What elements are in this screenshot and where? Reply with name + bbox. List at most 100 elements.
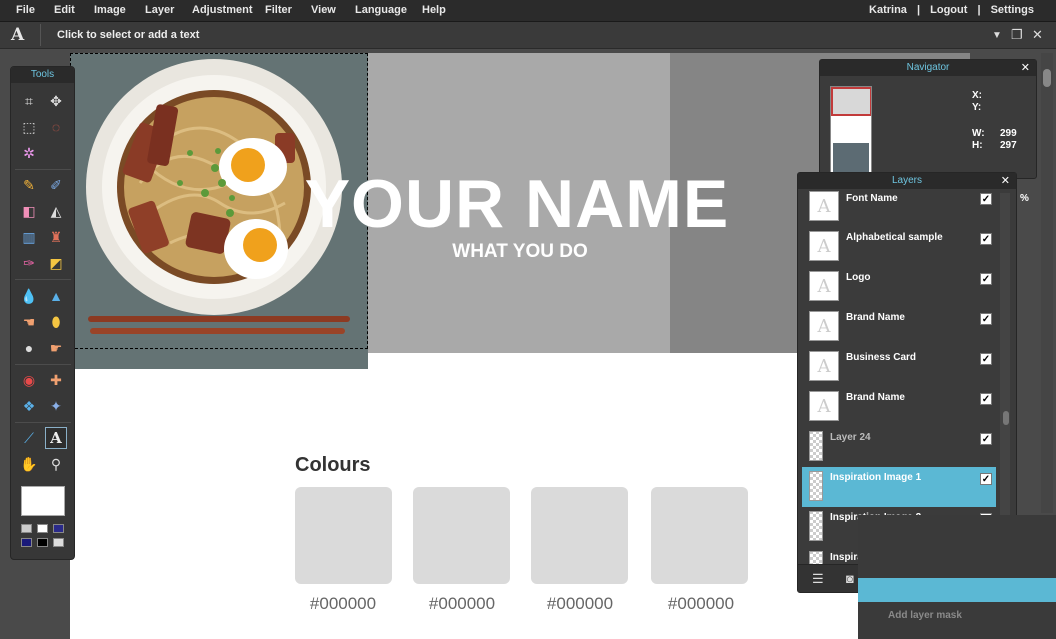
layer-row[interactable]: A Alphabetical sample ✓ bbox=[802, 227, 996, 267]
menu-image[interactable]: Image bbox=[94, 4, 126, 16]
smudge-tool-icon[interactable]: ☚ bbox=[18, 311, 40, 333]
layer-visibility-checkbox[interactable]: ✓ bbox=[980, 233, 992, 245]
layer-row[interactable]: A Business Card ✓ bbox=[802, 347, 996, 387]
menu-filter[interactable]: Filter bbox=[265, 4, 292, 16]
magic-wand-icon[interactable]: ✲ bbox=[18, 142, 40, 164]
layer-name[interactable]: Inspiration Image 1 bbox=[830, 472, 921, 483]
layer-visibility-checkbox[interactable]: ✓ bbox=[980, 433, 992, 445]
canvas-title[interactable]: YOUR NAME bbox=[302, 165, 732, 243]
color-picker-icon[interactable]: ⟋ bbox=[18, 427, 40, 449]
layer-name[interactable]: Logo bbox=[846, 272, 870, 283]
move-tool-icon[interactable]: ✥ bbox=[45, 90, 67, 112]
colour-swatch[interactable] bbox=[651, 487, 748, 584]
logout-link[interactable]: Logout bbox=[930, 4, 967, 16]
layer-name[interactable]: Brand Name bbox=[846, 392, 905, 403]
hand-tool-icon[interactable]: ✋ bbox=[18, 453, 40, 475]
layer-row[interactable]: A Font Name ✓ bbox=[802, 187, 996, 227]
menu-help[interactable]: Help bbox=[422, 4, 446, 16]
layer-name[interactable]: Alphabetical sample bbox=[846, 232, 943, 243]
layer-visibility-checkbox[interactable]: ✓ bbox=[980, 313, 992, 325]
type-tool-icon[interactable]: A bbox=[45, 427, 67, 449]
navigator-viewport-box[interactable] bbox=[831, 87, 871, 116]
layer-row[interactable]: A Brand Name ✓ bbox=[802, 387, 996, 427]
color-preset[interactable] bbox=[21, 524, 32, 533]
layer-visibility-checkbox[interactable]: ✓ bbox=[980, 193, 992, 205]
layer-row[interactable]: A Brand Name ✓ bbox=[802, 307, 996, 347]
menu-file[interactable]: File bbox=[16, 4, 35, 16]
layer-visibility-checkbox[interactable]: ✓ bbox=[980, 273, 992, 285]
menu-edit[interactable]: Edit bbox=[54, 4, 75, 16]
sharpen-tool-icon[interactable]: ▲ bbox=[45, 285, 67, 307]
zoom-tool-icon[interactable]: ⚲ bbox=[45, 453, 67, 475]
sponge-tool-icon[interactable]: ⬮ bbox=[45, 311, 67, 333]
color-preset[interactable] bbox=[21, 538, 32, 547]
layer-mask-icon[interactable]: ◙ bbox=[846, 571, 854, 586]
tools-panel-title: Tools bbox=[11, 67, 74, 83]
colour-hex-label[interactable]: #000000 bbox=[525, 594, 635, 614]
close-window-icon[interactable]: ✕ bbox=[1032, 27, 1043, 43]
navigator-thumbnail[interactable] bbox=[830, 86, 872, 174]
foreground-color-swatch[interactable] bbox=[21, 486, 65, 516]
account-separator: | bbox=[916, 4, 921, 16]
brush-tool-icon[interactable]: ✐ bbox=[45, 174, 67, 196]
layers-scroll-thumb[interactable] bbox=[1003, 411, 1009, 425]
colour-hex-label[interactable]: #000000 bbox=[646, 594, 756, 614]
settings-link[interactable]: Settings bbox=[991, 4, 1034, 16]
lasso-tool-icon[interactable]: ◌ bbox=[45, 116, 67, 138]
gradient-tool-icon[interactable]: ▥ bbox=[18, 226, 40, 248]
color-preset[interactable] bbox=[37, 524, 48, 533]
crop-tool-icon[interactable]: ⌗ bbox=[18, 90, 40, 112]
close-icon[interactable]: ✕ bbox=[1001, 173, 1010, 189]
colour-swatch[interactable] bbox=[413, 487, 510, 584]
menu-language[interactable]: Language bbox=[355, 4, 407, 16]
history-item[interactable]: Add layer mask bbox=[888, 610, 962, 621]
tools-panel: Tools ⌗ ✥ ⬚ ◌ ✲ ✎ ✐ ◧ ◭ ▥ ♜ ✑ ◩ 💧 ▲ ☚ ⬮ … bbox=[10, 66, 75, 560]
layer-name[interactable]: Business Card bbox=[846, 352, 916, 363]
colour-hex-label[interactable]: #000000 bbox=[407, 594, 517, 614]
layer-name[interactable]: Layer 24 bbox=[830, 432, 871, 443]
canvas-vertical-scrollbar[interactable] bbox=[1041, 53, 1053, 513]
pinch-tool-icon[interactable]: ✦ bbox=[45, 395, 67, 417]
canvas-subtitle[interactable]: WHAT YOU DO bbox=[370, 241, 670, 263]
dropdown-arrow-icon[interactable]: ▼ bbox=[992, 30, 1002, 41]
burn-tool-icon[interactable]: ☛ bbox=[45, 337, 67, 359]
layer-row[interactable]: A Logo ✓ bbox=[802, 267, 996, 307]
restore-window-icon[interactable]: ❐ bbox=[1011, 27, 1023, 43]
colour-swatch[interactable] bbox=[295, 487, 392, 584]
eraser-tool-icon[interactable]: ◧ bbox=[18, 200, 40, 222]
layer-settings-icon[interactable]: ☰ bbox=[812, 571, 824, 587]
red-eye-tool-icon[interactable]: ◉ bbox=[18, 369, 40, 391]
drawing-tool-icon[interactable]: ◩ bbox=[45, 252, 67, 274]
menu-layer[interactable]: Layer bbox=[145, 4, 174, 16]
close-icon[interactable]: ✕ bbox=[1021, 60, 1030, 76]
bloat-tool-icon[interactable]: ❖ bbox=[18, 395, 40, 417]
menu-view[interactable]: View bbox=[311, 4, 336, 16]
paint-bucket-icon[interactable]: ◭ bbox=[45, 200, 67, 222]
layer-visibility-checkbox[interactable]: ✓ bbox=[980, 393, 992, 405]
colour-swatch[interactable] bbox=[531, 487, 628, 584]
colour-hex-label[interactable]: #000000 bbox=[288, 594, 398, 614]
spot-heal-icon[interactable]: ✚ bbox=[45, 369, 67, 391]
pencil-tool-icon[interactable]: ✎ bbox=[18, 174, 40, 196]
layer-name[interactable]: Font Name bbox=[846, 193, 898, 204]
history-selected-row[interactable] bbox=[858, 578, 1056, 602]
marquee-tool-icon[interactable]: ⬚ bbox=[18, 116, 40, 138]
clone-stamp-icon[interactable]: ♜ bbox=[45, 226, 67, 248]
dodge-tool-icon[interactable]: ● bbox=[18, 337, 40, 359]
color-preset[interactable] bbox=[37, 538, 48, 547]
color-replace-icon[interactable]: ✑ bbox=[18, 252, 40, 274]
layer-row-selected[interactable]: Inspiration Image 1 ✓ bbox=[802, 467, 996, 507]
layers-title: Layers bbox=[891, 175, 922, 186]
menu-adjustment[interactable]: Adjustment bbox=[192, 4, 253, 16]
layer-row[interactable]: Layer 24 ✓ bbox=[802, 427, 996, 467]
layer-visibility-checkbox[interactable]: ✓ bbox=[980, 473, 992, 485]
layers-scrollbar[interactable] bbox=[1000, 193, 1010, 565]
user-name-link[interactable]: Katrina bbox=[869, 4, 907, 16]
canvas-scroll-thumb[interactable] bbox=[1043, 69, 1051, 87]
layer-visibility-checkbox[interactable]: ✓ bbox=[980, 353, 992, 365]
color-preset[interactable] bbox=[53, 538, 64, 547]
layer-name[interactable]: Brand Name bbox=[846, 312, 905, 323]
blur-tool-icon[interactable]: 💧 bbox=[18, 285, 40, 307]
color-preset[interactable] bbox=[53, 524, 64, 533]
colours-heading[interactable]: Colours bbox=[295, 454, 371, 477]
